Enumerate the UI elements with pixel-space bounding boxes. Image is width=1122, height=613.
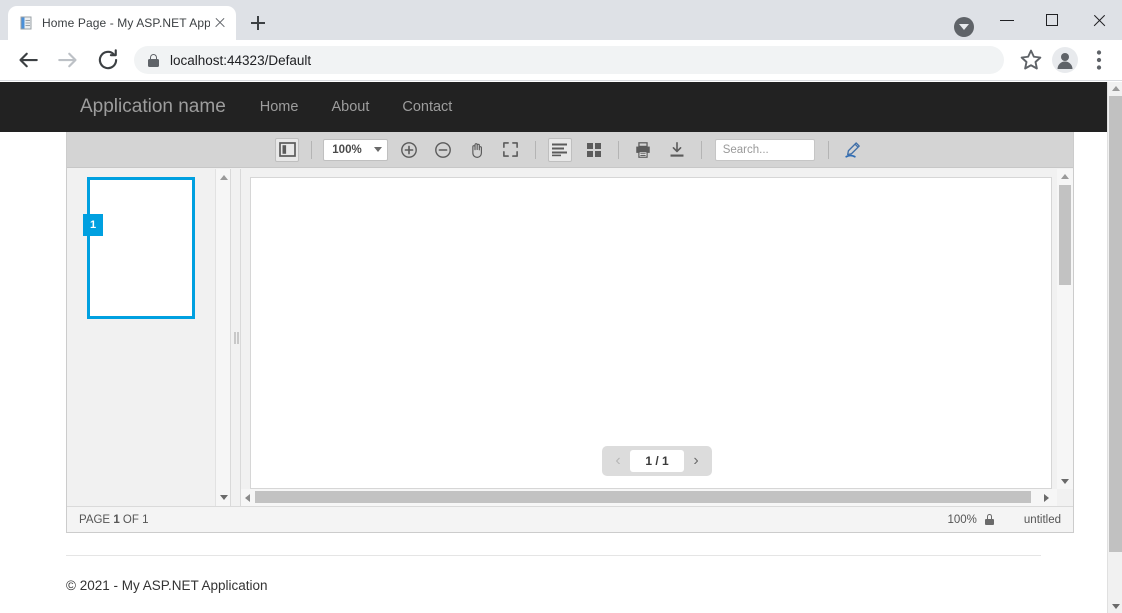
address-bar[interactable]: localhost:44323/Default (134, 46, 1004, 74)
minimize-icon[interactable] (984, 4, 1030, 36)
page-navigation: ‹ 1 / 1 › (602, 446, 712, 476)
url-text: localhost:44323/Default (170, 52, 312, 68)
new-tab-button[interactable] (244, 9, 272, 37)
back-arrow-icon[interactable] (13, 45, 43, 75)
tab-title: Home Page - My ASP.NET Applic (42, 16, 210, 30)
document-horizontal-scrollbar[interactable] (241, 489, 1057, 506)
search-input[interactable]: Search... (714, 138, 815, 161)
pen-highlight-icon[interactable] (841, 138, 865, 162)
continuous-page-view-icon[interactable] (547, 137, 572, 162)
toolbar-separator (827, 140, 829, 159)
download-icon[interactable] (665, 138, 689, 162)
lock-icon[interactable] (148, 53, 159, 67)
window-controls (984, 0, 1122, 40)
fullscreen-icon[interactable] (499, 138, 523, 162)
thumbnail-page-1[interactable]: 1 (83, 177, 195, 319)
star-icon[interactable] (1016, 45, 1046, 75)
thumbnail-list: 1 (67, 169, 215, 506)
omnibox-actions (1012, 45, 1114, 75)
thumbnail-panel: 1 (67, 169, 231, 506)
omnibox-row: localhost:44323/Default (0, 40, 1122, 81)
zoom-level-select[interactable]: 100% (323, 138, 388, 161)
status-page-total: 1 (142, 513, 149, 526)
lock-icon (984, 514, 994, 525)
tab-strip: Home Page - My ASP.NET Applic (0, 0, 1122, 40)
nav-link-about[interactable]: About (331, 99, 369, 115)
page-viewport: Application name Home About Contact 100%… (0, 82, 1122, 613)
forward-arrow-icon (53, 45, 83, 75)
zoom-level-value: 100% (332, 143, 362, 156)
status-zoom-level: 100% (947, 513, 977, 526)
status-document-name: untitled (1023, 513, 1061, 526)
panel-splitter[interactable] (231, 169, 241, 506)
toolbar-separator (700, 140, 702, 159)
next-page-button[interactable]: › (686, 453, 706, 469)
scroll-up-icon[interactable] (1111, 86, 1120, 91)
grid-page-view-icon[interactable] (582, 138, 606, 162)
document-page-surface[interactable] (250, 177, 1052, 489)
close-icon[interactable] (212, 15, 228, 31)
maximize-icon[interactable] (1030, 4, 1076, 36)
status-right-group: 100% untitled (947, 514, 1061, 526)
scroll-down-icon[interactable] (1111, 604, 1120, 609)
horizontal-scroll-thumb[interactable] (255, 491, 1031, 503)
scroll-down-icon[interactable] (1061, 479, 1069, 484)
thumbnail-scrollbar[interactable] (215, 169, 230, 506)
close-icon[interactable] (1076, 4, 1122, 36)
site-footer: © 2021 - My ASP.NET Application (0, 556, 1107, 593)
document-icon (18, 15, 34, 31)
browser-tab[interactable]: Home Page - My ASP.NET Applic (8, 6, 236, 40)
page-content: Application name Home About Contact 100%… (0, 82, 1107, 613)
viewer-toolbar: 100% Search... (67, 132, 1073, 168)
profile-icon[interactable] (1050, 45, 1080, 75)
toolbar-separator (617, 140, 619, 159)
splitter-grip-icon (234, 331, 239, 344)
viewer-status-bar: PAGE 1 OF 1 100% untitled (67, 506, 1073, 532)
zoom-in-icon[interactable] (397, 138, 421, 162)
previous-page-button: ‹ (615, 452, 621, 469)
reload-icon[interactable] (93, 45, 123, 75)
status-page-prefix: PAGE (79, 513, 111, 526)
pdf-viewer: 100% Search... 1 ‹ 1 / 1 › PAGE 1 OF 1 1… (66, 132, 1074, 533)
search-placeholder: Search... (722, 143, 769, 156)
footer-text: © 2021 - My ASP.NET Application (66, 578, 268, 593)
chevron-down-icon (373, 147, 382, 152)
scroll-up-icon[interactable] (219, 175, 228, 180)
page-number-field[interactable]: 1 / 1 (630, 450, 684, 472)
site-brand[interactable]: Application name (80, 96, 226, 118)
vertical-scroll-thumb[interactable] (1059, 185, 1071, 285)
toolbar-separator (311, 140, 313, 159)
hand-pan-icon[interactable] (465, 138, 489, 162)
download-indicator-icon[interactable] (954, 17, 974, 37)
scroll-up-icon[interactable] (1061, 174, 1069, 179)
thumbnail-page-number: 1 (83, 214, 103, 236)
status-page-middle: OF (122, 513, 139, 526)
scroll-down-icon[interactable] (219, 495, 228, 500)
scroll-right-icon[interactable] (1044, 494, 1049, 502)
scroll-left-icon[interactable] (245, 494, 250, 502)
browser-scrollbar[interactable] (1107, 82, 1122, 613)
browser-window: Home Page - My ASP.NET Applic localhost:… (0, 0, 1122, 613)
page-container: 100% Search... 1 ‹ 1 / 1 › PAGE 1 OF 1 1… (0, 132, 1107, 533)
nav-link-home[interactable]: Home (260, 99, 299, 115)
document-vertical-scrollbar[interactable] (1057, 169, 1073, 489)
document-pane: ‹ 1 / 1 › (241, 169, 1073, 506)
site-navbar: Application name Home About Contact (0, 82, 1107, 132)
status-page-current: 1 (113, 513, 120, 526)
sidebar-panel-icon[interactable] (275, 137, 300, 162)
nav-link-contact[interactable]: Contact (402, 99, 452, 115)
browser-scroll-thumb[interactable] (1109, 96, 1122, 552)
more-menu-icon[interactable] (1084, 45, 1114, 75)
viewer-body: 1 ‹ 1 / 1 › (67, 169, 1073, 506)
zoom-out-icon[interactable] (431, 138, 455, 162)
toolbar-separator (534, 140, 536, 159)
print-icon[interactable] (631, 138, 655, 162)
